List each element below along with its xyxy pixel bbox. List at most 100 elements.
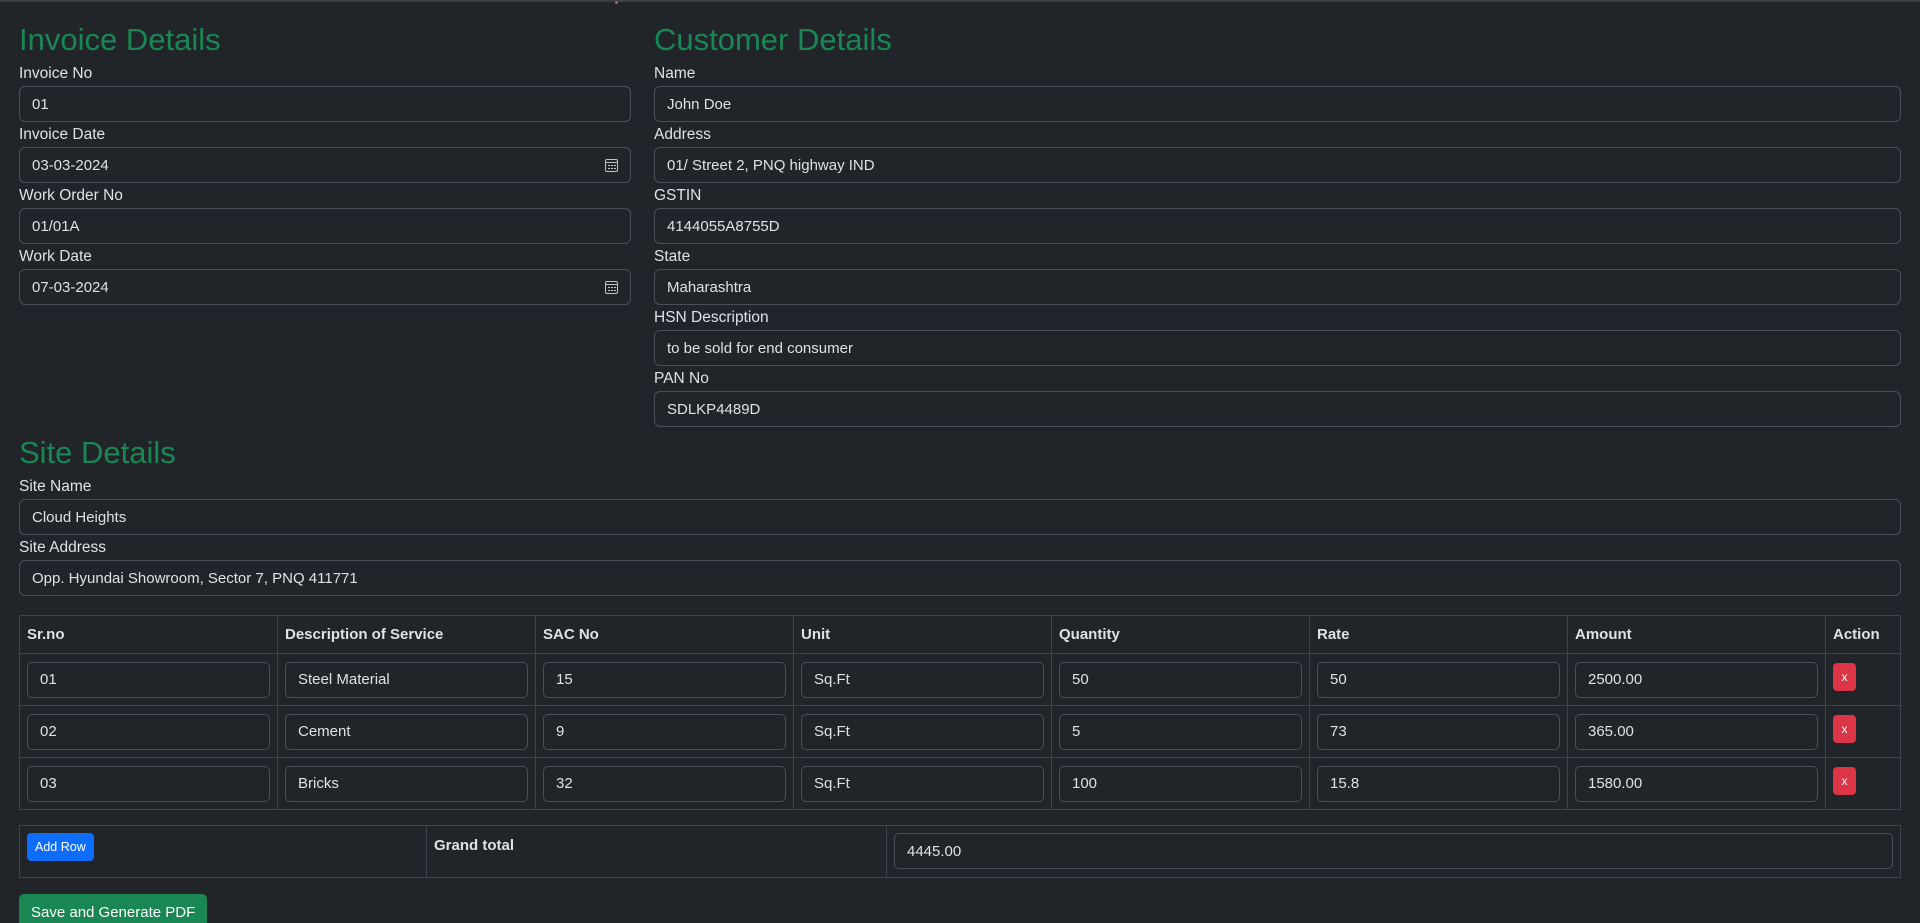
amount-input[interactable]: 1580.00 (1575, 765, 1818, 802)
sac-input[interactable]: 15 (543, 661, 786, 698)
pan-value: SDLKP4489D (667, 400, 761, 418)
cell-description: Cement (277, 705, 536, 759)
grand-total-label-cell: Grand total (426, 825, 887, 879)
cell-amount: 365.00 (1567, 705, 1826, 759)
rate-input[interactable]: 73 (1317, 713, 1560, 750)
grand-total-value-cell: 4445.00 (886, 825, 1901, 879)
hsn-value: to be sold for end consumer (667, 339, 853, 357)
invoice-page: Invoice Details Invoice No 01 Invoice Da… (0, 0, 1920, 923)
description-input[interactable]: Steel Material (285, 661, 528, 698)
table-row: 02 Cement 9 Sq.Ft 5 73 365.00 x (19, 705, 1901, 759)
header-description: Description of Service (277, 615, 536, 655)
delete-row-button[interactable]: x (1833, 767, 1856, 796)
work-order-input[interactable]: 01/01A (19, 208, 631, 245)
cell-srno: 02 (19, 705, 278, 759)
quantity-input[interactable]: 5 (1059, 713, 1302, 750)
header-quantity: Quantity (1051, 615, 1310, 655)
header-srno: Sr.no (19, 615, 278, 655)
description-input[interactable]: Bricks (285, 765, 528, 802)
work-order-label: Work Order No (19, 187, 123, 205)
quantity-input[interactable]: 100 (1059, 765, 1302, 802)
site-name-label: Site Name (19, 478, 92, 496)
state-value: Maharashtra (667, 278, 752, 296)
site-name-input[interactable]: Cloud Heights (19, 499, 1901, 536)
header-amount: Amount (1567, 615, 1826, 655)
invoice-date-value: 03-03-2024 (32, 156, 109, 174)
add-row-cell: Add Row (19, 825, 427, 879)
header-rate: Rate (1309, 615, 1568, 655)
save-generate-pdf-button[interactable]: Save and Generate PDF (19, 894, 208, 923)
invoice-no-input[interactable]: 01 (19, 86, 631, 123)
cell-quantity: 5 (1051, 705, 1310, 759)
calendar-icon[interactable] (605, 158, 618, 172)
header-unit: Unit (793, 615, 1052, 655)
sac-input[interactable]: 32 (543, 765, 786, 802)
srno-input[interactable]: 02 (27, 713, 270, 750)
cell-srno: 01 (19, 653, 278, 707)
add-row-button[interactable]: Add Row (27, 833, 94, 862)
customer-address-value: 01/ Street 2, PNQ highway IND (667, 156, 875, 174)
work-date-value: 07-03-2024 (32, 278, 109, 296)
srno-input[interactable]: 03 (27, 765, 270, 802)
sac-input[interactable]: 9 (543, 713, 786, 750)
invoice-no-label: Invoice No (19, 65, 93, 83)
grand-total-label: Grand total (434, 837, 515, 855)
cell-sac: 15 (535, 653, 794, 707)
cell-amount: 1580.00 (1567, 757, 1826, 811)
cell-quantity: 50 (1051, 653, 1310, 707)
amount-input[interactable]: 365.00 (1575, 713, 1818, 750)
unit-input[interactable]: Sq.Ft (801, 713, 1044, 750)
customer-address-label: Address (654, 126, 711, 144)
customer-address-input[interactable]: 01/ Street 2, PNQ highway IND (654, 147, 1901, 184)
top-border (0, 0, 1920, 2)
work-order-value: 01/01A (32, 217, 80, 235)
customer-name-input[interactable]: John Doe (654, 86, 1901, 123)
grand-total-input[interactable]: 4445.00 (894, 833, 1893, 870)
delete-row-button[interactable]: x (1833, 715, 1856, 744)
totals-table: Add Row Grand total 4445.00 (19, 825, 1901, 879)
cell-action: x (1825, 705, 1901, 759)
customer-details-section: Customer Details Name John Doe Address 0… (654, 21, 1901, 431)
state-input[interactable]: Maharashtra (654, 269, 1901, 306)
customer-name-label: Name (654, 65, 696, 83)
hsn-input[interactable]: to be sold for end consumer (654, 330, 1901, 367)
pan-input[interactable]: SDLKP4489D (654, 391, 1901, 428)
rate-input[interactable]: 50 (1317, 661, 1560, 698)
amount-input[interactable]: 2500.00 (1575, 661, 1818, 698)
cell-sac: 32 (535, 757, 794, 811)
work-date-label: Work Date (19, 248, 92, 266)
unit-input[interactable]: Sq.Ft (801, 661, 1044, 698)
site-name-value: Cloud Heights (32, 508, 127, 526)
customer-name-value: John Doe (667, 95, 732, 113)
cell-unit: Sq.Ft (793, 653, 1052, 707)
cell-action: x (1825, 653, 1901, 707)
site-details-title: Site Details (19, 435, 176, 471)
cell-unit: Sq.Ft (793, 705, 1052, 759)
calendar-icon[interactable] (605, 280, 618, 294)
cell-rate: 50 (1309, 653, 1568, 707)
cell-sac: 9 (535, 705, 794, 759)
cell-unit: Sq.Ft (793, 757, 1052, 811)
unit-input[interactable]: Sq.Ft (801, 765, 1044, 802)
site-address-label: Site Address (19, 539, 107, 557)
gstin-input[interactable]: 4144055A8755D (654, 208, 1901, 245)
site-address-value: Opp. Hyundai Showroom, Sector 7, PNQ 411… (32, 569, 358, 587)
site-details-section: Site Details Site Name Cloud Heights Sit… (19, 434, 1901, 597)
header-sac: SAC No (535, 615, 794, 655)
items-table: Sr.no Description of Service SAC No Unit… (19, 615, 1901, 811)
cell-rate: 73 (1309, 705, 1568, 759)
table-header-row: Sr.no Description of Service SAC No Unit… (19, 615, 1901, 655)
table-row: 03 Bricks 32 Sq.Ft 100 15.8 1580.00 x (19, 757, 1901, 811)
description-input[interactable]: Cement (285, 713, 528, 750)
delete-row-button[interactable]: x (1833, 663, 1856, 692)
cell-amount: 2500.00 (1567, 653, 1826, 707)
work-date-input[interactable]: 07-03-2024 (19, 269, 631, 306)
cell-description: Steel Material (277, 653, 536, 707)
state-label: State (654, 248, 691, 266)
srno-input[interactable]: 01 (27, 661, 270, 698)
site-address-input[interactable]: Opp. Hyundai Showroom, Sector 7, PNQ 411… (19, 560, 1901, 597)
details-row: Invoice Details Invoice No 01 Invoice Da… (19, 0, 1901, 431)
invoice-date-input[interactable]: 03-03-2024 (19, 147, 631, 184)
quantity-input[interactable]: 50 (1059, 661, 1302, 698)
rate-input[interactable]: 15.8 (1317, 765, 1560, 802)
